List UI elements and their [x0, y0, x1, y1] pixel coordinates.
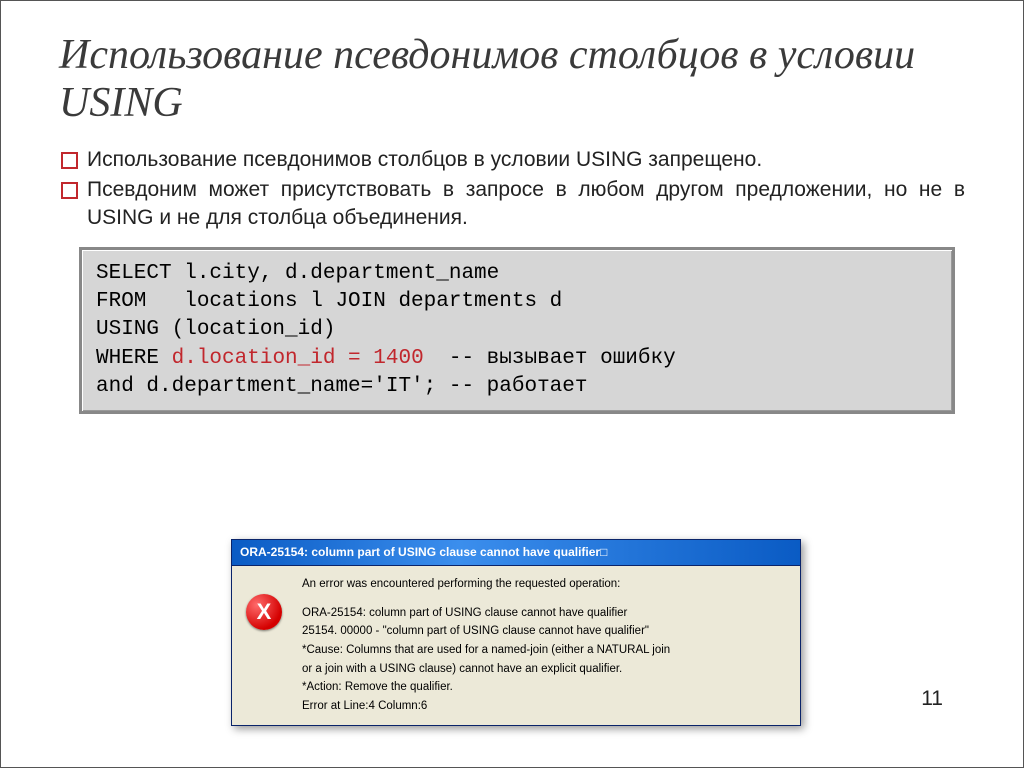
error-dialog: ORA-25154: column part of USING clause c… [231, 539, 801, 726]
dialog-line: *Action: Remove the qualifier. [302, 679, 788, 696]
error-x-icon: X [246, 594, 282, 630]
error-icon: X [246, 576, 290, 717]
code-highlight: d.location_id = 1400 [172, 347, 424, 370]
code-line: USING (location_id) [96, 318, 335, 341]
page-number: 11 [921, 687, 943, 711]
slide-title: Использование псевдонимов столбцов в усл… [59, 31, 965, 128]
code-line: SELECT l.city, d.department_name [96, 262, 499, 285]
bullet-item: Псевдоним может присутствовать в запросе… [59, 176, 965, 233]
bullet-list: Использование псевдонимов столбцов в усл… [59, 146, 965, 233]
code-line: WHERE [96, 347, 172, 370]
code-line: FROM locations l JOIN departments d [96, 290, 562, 313]
code-line: -- вызывает ошибку [424, 347, 676, 370]
dialog-line: *Cause: Columns that are used for a name… [302, 642, 788, 659]
dialog-text: An error was encountered performing the … [290, 576, 788, 717]
code-line: and d.department_name='IT'; -- работает [96, 375, 587, 398]
slide: Использование псевдонимов столбцов в усл… [0, 0, 1024, 768]
dialog-body: X An error was encountered performing th… [232, 566, 800, 725]
bullet-item: Использование псевдонимов столбцов в усл… [59, 146, 965, 174]
dialog-line: ORA-25154: column part of USING clause c… [302, 605, 788, 622]
dialog-line: Error at Line:4 Column:6 [302, 698, 788, 715]
dialog-line: An error was encountered performing the … [302, 576, 788, 593]
dialog-line: 25154. 00000 - "column part of USING cla… [302, 623, 788, 640]
dialog-titlebar: ORA-25154: column part of USING clause c… [232, 540, 800, 566]
dialog-line: or a join with a USING clause) cannot ha… [302, 661, 788, 678]
code-block: SELECT l.city, d.department_name FROM lo… [79, 247, 955, 415]
